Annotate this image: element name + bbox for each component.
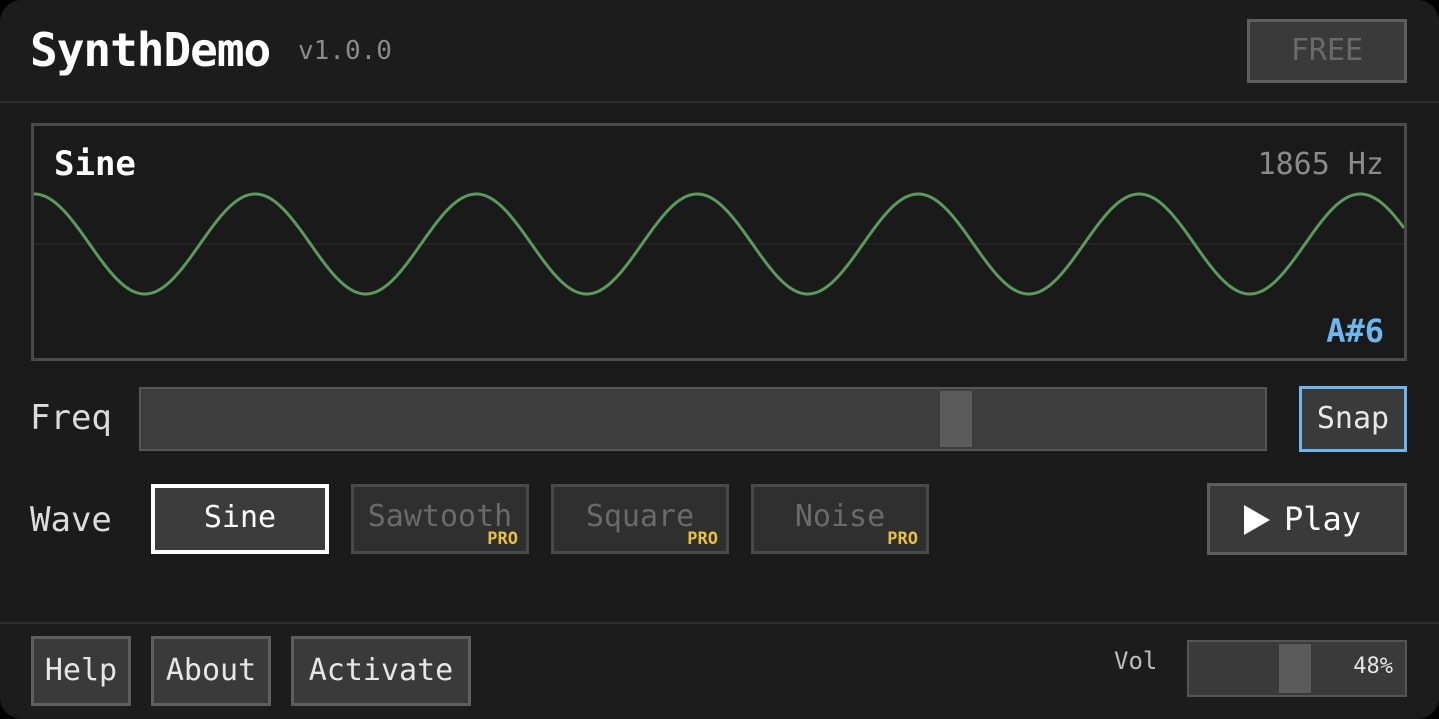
- play-icon: [1244, 505, 1270, 535]
- pro-badge: PRO: [887, 529, 918, 549]
- wave-button-noise[interactable]: Noise PRO: [751, 484, 929, 554]
- header-bar: SynthDemo v1.0.0 FREE: [0, 0, 1439, 103]
- waveform-plot: [34, 192, 1404, 296]
- wave-label: Wave: [30, 500, 112, 540]
- wave-button-label: Square: [585, 499, 695, 534]
- synth-app-window: SynthDemo v1.0.0 FREE Sine 1865 Hz A#6 F…: [0, 0, 1439, 719]
- wave-button-sine[interactable]: Sine: [151, 484, 329, 554]
- wave-button-label: Sine: [203, 500, 277, 535]
- wave-button-label: Noise: [794, 499, 886, 534]
- free-license-button[interactable]: FREE: [1247, 19, 1407, 83]
- play-button[interactable]: Play: [1207, 483, 1407, 555]
- footer-bar: Help About Activate Vol 48%: [0, 622, 1439, 719]
- about-button[interactable]: About: [151, 636, 271, 706]
- help-button[interactable]: Help: [31, 636, 131, 706]
- scope-frequency-readout: 1865 Hz: [1257, 147, 1384, 182]
- frequency-slider[interactable]: [139, 387, 1267, 451]
- frequency-slider-thumb[interactable]: [940, 391, 972, 447]
- app-title: SynthDemo: [30, 23, 271, 77]
- scope-note-readout: A#6: [1326, 312, 1384, 350]
- oscilloscope-display: Sine 1865 Hz A#6: [31, 123, 1407, 361]
- freq-label: Freq: [30, 398, 112, 438]
- volume-value: 48%: [1353, 654, 1393, 679]
- pro-badge: PRO: [487, 529, 518, 549]
- activate-button[interactable]: Activate: [291, 636, 471, 706]
- wave-button-sawtooth[interactable]: Sawtooth PRO: [351, 484, 529, 554]
- volume-label: Vol: [1114, 647, 1158, 675]
- snap-button[interactable]: Snap: [1299, 386, 1407, 452]
- play-button-label: Play: [1284, 500, 1362, 538]
- pro-badge: PRO: [687, 529, 718, 549]
- volume-slider[interactable]: 48%: [1187, 640, 1407, 697]
- scope-wave-name: Sine: [54, 144, 136, 184]
- wave-button-square[interactable]: Square PRO: [551, 484, 729, 554]
- volume-slider-thumb[interactable]: [1279, 644, 1311, 693]
- app-version: v1.0.0: [298, 36, 392, 66]
